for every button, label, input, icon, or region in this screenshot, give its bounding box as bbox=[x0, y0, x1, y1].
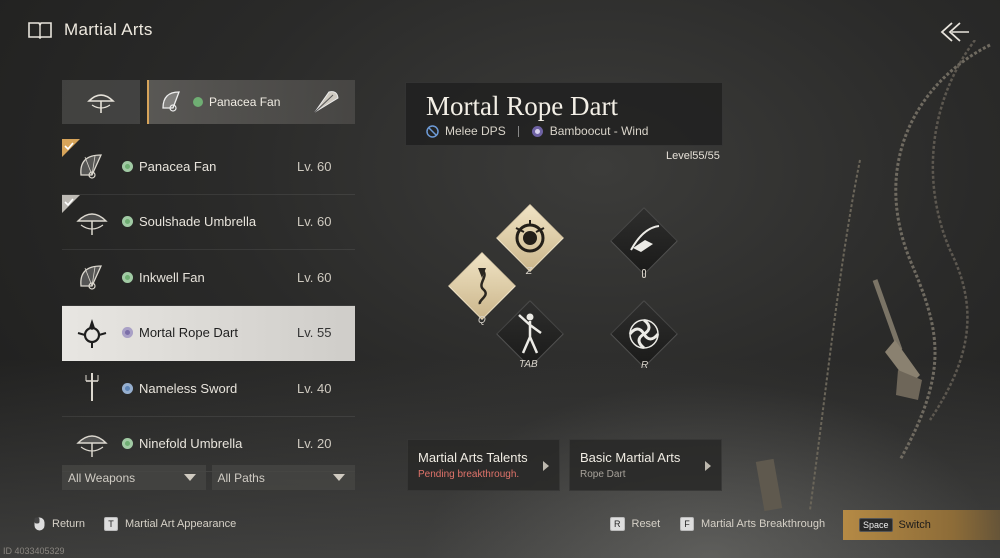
path-icon bbox=[122, 438, 133, 450]
path-icon bbox=[122, 327, 133, 339]
skill-r[interactable]: R bbox=[609, 299, 679, 371]
weapon-level: Lv. 60 bbox=[297, 158, 332, 174]
weapon-list-item[interactable]: Soulshade Umbrella Lv. 60 bbox=[62, 194, 355, 250]
appearance-label: Martial Art Appearance bbox=[125, 518, 237, 530]
skill-leap-key-marker bbox=[642, 269, 646, 278]
leap-skill-icon bbox=[630, 225, 660, 252]
return-hint[interactable]: Return bbox=[34, 517, 85, 531]
return-label: Return bbox=[52, 518, 86, 530]
tag-separator bbox=[517, 125, 519, 137]
weapon-level: Lv. 60 bbox=[297, 269, 332, 285]
path-label: Bamboocut - Wind bbox=[549, 124, 649, 138]
fan-icon bbox=[162, 91, 180, 112]
basic-arts-title: Basic Martial Arts bbox=[580, 450, 681, 465]
equipped-weapons-bar: Panacea Fan bbox=[62, 80, 355, 124]
sword-icon bbox=[62, 361, 122, 416]
basic-martial-arts-card[interactable]: Basic Martial Arts Rope Dart bbox=[569, 439, 722, 491]
appearance-hint[interactable]: T Martial Art Appearance bbox=[104, 517, 236, 531]
path-icon bbox=[122, 216, 133, 228]
martial-art-info: Mortal Rope Dart Melee DPS Bamboocut - W… bbox=[405, 82, 723, 146]
breakthrough-label: Martial Arts Breakthrough bbox=[701, 518, 826, 530]
figure-skill-icon bbox=[518, 313, 542, 354]
mastery-level: Level55/55 bbox=[666, 150, 720, 162]
equipped-check-icon bbox=[62, 139, 80, 157]
breakthrough-hint[interactable]: F Martial Arts Breakthrough bbox=[680, 517, 825, 531]
fan-icon bbox=[62, 250, 122, 305]
whirl-skill-icon bbox=[628, 318, 660, 350]
weapon-list-item[interactable]: Ninefold Umbrella Lv. 20 bbox=[62, 416, 355, 472]
chevron-down-icon bbox=[333, 474, 345, 481]
martial-arts-talents-card[interactable]: Martial Arts Talents Pending breakthroug… bbox=[407, 439, 560, 491]
skill-tab[interactable]: TAB bbox=[495, 299, 565, 370]
weapon-name: Panacea Fan bbox=[139, 158, 217, 174]
weapon-list-item[interactable]: Mortal Rope Dart Lv. 55 bbox=[62, 305, 355, 361]
switch-label: Switch bbox=[898, 519, 931, 531]
equipped-slot-2[interactable]: Panacea Fan bbox=[147, 80, 355, 124]
chevron-down-icon bbox=[183, 474, 196, 481]
skill-q-key: Q bbox=[478, 315, 486, 326]
filter-bar: All Weapons All Paths bbox=[62, 465, 355, 490]
weapon-list-item[interactable]: Inkwell Fan Lv. 60 bbox=[62, 250, 355, 306]
weapon-level: Lv. 60 bbox=[297, 214, 332, 230]
umbrella-icon bbox=[62, 416, 122, 471]
weapon-list-item[interactable]: Panacea Fan Lv. 60 bbox=[62, 139, 355, 195]
weapon-level: Lv. 40 bbox=[297, 380, 332, 396]
path-filter-dropdown[interactable]: All Paths bbox=[211, 465, 355, 490]
weapon-list-item[interactable]: Nameless Sword Lv. 40 bbox=[62, 361, 355, 417]
path-icon bbox=[122, 382, 133, 394]
skill-leap[interactable] bbox=[609, 206, 679, 278]
weapon-filter-dropdown[interactable]: All Weapons bbox=[62, 465, 206, 490]
page-title: Martial Arts bbox=[64, 20, 153, 39]
martial-art-name: Mortal Rope Dart bbox=[426, 91, 618, 121]
rope-dart-artwork bbox=[755, 40, 991, 512]
role-label: Melee DPS bbox=[445, 124, 506, 138]
player-uid: ID 4033405329 bbox=[3, 546, 65, 556]
equipped-check-icon bbox=[62, 194, 80, 213]
weapon-list: Panacea Fan Lv. 60 Soulshade Umbrella Lv. 6… bbox=[62, 139, 355, 472]
martial-art-tags: Melee DPS Bamboocut - Wind bbox=[426, 124, 702, 138]
path-filter-label: All Paths bbox=[217, 470, 265, 485]
page-header: Martial Arts bbox=[28, 20, 153, 40]
key-space-icon: Space bbox=[859, 518, 893, 532]
fan-icon bbox=[314, 91, 339, 113]
weapon-name: Nameless Sword bbox=[139, 380, 238, 396]
coil-skill-icon bbox=[515, 220, 545, 253]
rope-dart-icon bbox=[62, 305, 122, 360]
chevron-right-icon bbox=[543, 461, 549, 471]
weapon-name: Inkwell Fan bbox=[139, 269, 205, 285]
skill-z[interactable]: Z bbox=[495, 203, 565, 277]
weapon-filter-label: All Weapons bbox=[68, 470, 136, 485]
weapon-name: Ninefold Umbrella bbox=[139, 436, 243, 452]
talents-status: Pending breakthrough. bbox=[418, 469, 520, 480]
chevron-right-icon bbox=[705, 461, 711, 471]
weapon-name: Soulshade Umbrella bbox=[139, 214, 257, 230]
equipped-slot-1[interactable] bbox=[62, 80, 140, 124]
reset-label: Reset bbox=[631, 518, 661, 530]
footer-hints: Return T Martial Art Appearance R Reset … bbox=[0, 510, 1000, 540]
equipped-weapon-name: Panacea Fan bbox=[209, 95, 281, 109]
weapon-level: Lv. 20 bbox=[297, 436, 332, 452]
path-icon bbox=[531, 125, 543, 137]
reset-hint[interactable]: R Reset bbox=[610, 517, 660, 531]
key-r-icon: R bbox=[610, 517, 625, 531]
path-icon bbox=[193, 97, 203, 107]
back-button[interactable] bbox=[938, 20, 970, 44]
path-icon bbox=[122, 271, 133, 283]
skill-z-key: Z bbox=[526, 266, 533, 277]
mouse-icon bbox=[34, 517, 45, 531]
switch-button[interactable]: Space Switch bbox=[843, 510, 1000, 540]
skill-r-key: R bbox=[641, 360, 649, 371]
path-icon bbox=[122, 160, 133, 172]
weapon-level: Lv. 55 bbox=[297, 325, 332, 341]
key-f-icon: F bbox=[680, 517, 694, 531]
back-arrows-icon bbox=[940, 22, 969, 42]
key-t-icon: T bbox=[104, 517, 118, 531]
umbrella-icon bbox=[87, 94, 115, 113]
melee-role-icon bbox=[426, 124, 439, 138]
weapon-name: Mortal Rope Dart bbox=[139, 325, 238, 341]
basic-arts-sub: Rope Dart bbox=[580, 469, 626, 480]
talents-title: Martial Arts Talents bbox=[418, 450, 528, 465]
skill-tab-key: TAB bbox=[519, 359, 538, 370]
book-icon bbox=[28, 22, 52, 39]
